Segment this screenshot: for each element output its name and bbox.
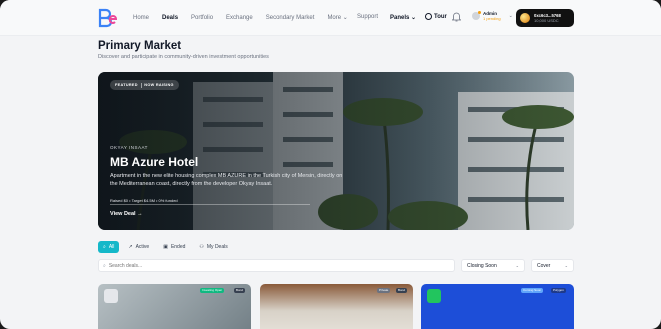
deal-card[interactable]: Coming Soon Polygon: [421, 284, 574, 329]
featured-badge: FEATURED NOW RAISING: [110, 80, 179, 90]
top-navigation-bar: Home Deals Portfolio Exchange Secondary …: [0, 0, 661, 36]
tab-ended-label: Ended: [170, 244, 186, 250]
card-type-tag: Polygon: [551, 288, 566, 293]
tour-button[interactable]: Tour: [425, 13, 447, 20]
page-subtitle: Discover and participate in community-dr…: [98, 54, 269, 60]
wallet-coin-icon: [520, 13, 530, 23]
calendar-icon: ▣: [163, 244, 168, 250]
avatar: [472, 11, 481, 20]
tab-all[interactable]: ⌕ All: [98, 241, 120, 253]
badge-featured: FEATURED: [115, 83, 138, 87]
deal-organization: OKYAY INSAAT: [110, 145, 148, 150]
nav-deals[interactable]: Deals: [162, 14, 178, 22]
view-select[interactable]: Cover ⌄: [531, 259, 574, 272]
tour-label: Tour: [434, 13, 447, 20]
nav-portfolio[interactable]: Portfolio: [191, 14, 213, 22]
search-input[interactable]: [108, 262, 409, 269]
sort-value: Closing Soon: [467, 262, 497, 269]
deal-title: MB Azure Hotel: [110, 155, 199, 169]
tab-my-deals-label: My Deals: [206, 244, 228, 250]
tab-active-label: Active: [135, 244, 150, 250]
filter-tabs: ⌕ All ↗ Active ▣ Ended ⚇ My Deals: [98, 241, 233, 253]
card-status-tag: Coming Soon: [521, 288, 544, 293]
page-title: Primary Market: [98, 40, 182, 52]
deal-card[interactable]: Investing Open Bond: [98, 284, 251, 329]
featured-deal-banner[interactable]: [98, 72, 574, 230]
nav-more[interactable]: More ⌄: [327, 14, 347, 22]
wallet-balance: 10,000 USDC: [534, 18, 559, 23]
search-icon: ⌕: [103, 244, 106, 250]
help-circle-icon: [425, 13, 432, 20]
chevron-down-icon: ⌄: [508, 13, 513, 19]
admin-menu[interactable]: Admin 1 pending ⌄: [472, 11, 513, 21]
nav-more-label: More: [327, 15, 342, 21]
tab-all-label: All: [108, 244, 115, 250]
badge-divider: [140, 82, 142, 88]
deal-logo: [104, 289, 118, 303]
search-icon: ⌕: [103, 262, 106, 269]
support-link[interactable]: Support: [357, 14, 378, 20]
view-deal-button[interactable]: View Deal →: [110, 211, 143, 217]
deal-logo: [427, 289, 441, 303]
card-status-tag: Private: [377, 288, 391, 293]
card-type-tag: Bond: [396, 288, 408, 293]
deal-stats: Raised $0 • Target $4.5M • 0% funded: [110, 198, 178, 203]
logo-icon: [98, 8, 118, 28]
funding-progress-bar: [110, 204, 310, 205]
nav-exchange[interactable]: Exchange: [226, 14, 253, 22]
tab-active[interactable]: ↗ Active: [123, 241, 154, 253]
main-nav: Home Deals Portfolio Exchange Secondary …: [133, 14, 361, 22]
deal-description: Apartment in the new elite housing compl…: [110, 173, 343, 187]
banner-overlay: [98, 72, 574, 230]
chevron-down-icon: ⌄: [342, 15, 348, 21]
panels-dropdown[interactable]: Panels ⌄: [390, 14, 416, 21]
tab-ended[interactable]: ▣ Ended: [158, 241, 190, 253]
chevron-down-icon: ⌄: [411, 15, 417, 21]
users-icon: ⚇: [199, 244, 204, 250]
brand-logo[interactable]: [98, 8, 118, 28]
wallet-button[interactable]: 0xc6c3...5768 10,000 USDC: [516, 9, 574, 27]
tab-my-deals[interactable]: ⚇ My Deals: [194, 241, 232, 253]
card-status-tag: Investing Open: [200, 288, 225, 293]
panels-label: Panels: [390, 15, 410, 21]
sort-select[interactable]: Closing Soon ⌄: [461, 259, 525, 272]
search-box: ⌕: [98, 259, 455, 272]
chevron-down-icon: ⌄: [515, 263, 519, 268]
view-value: Cover: [537, 262, 551, 269]
admin-status: 1 pending: [483, 16, 501, 21]
card-type-tag: Bond: [234, 288, 246, 293]
nav-home[interactable]: Home: [133, 14, 149, 22]
chevron-down-icon: ⌄: [564, 263, 568, 268]
app-frame: Home Deals Portfolio Exchange Secondary …: [0, 0, 661, 329]
trend-up-icon: ↗: [128, 244, 133, 250]
nav-secondary-market[interactable]: Secondary Market: [266, 14, 315, 22]
bell-icon[interactable]: [452, 12, 461, 22]
deal-card[interactable]: Private Bond: [260, 284, 413, 329]
badge-now-raising: NOW RAISING: [144, 83, 174, 87]
